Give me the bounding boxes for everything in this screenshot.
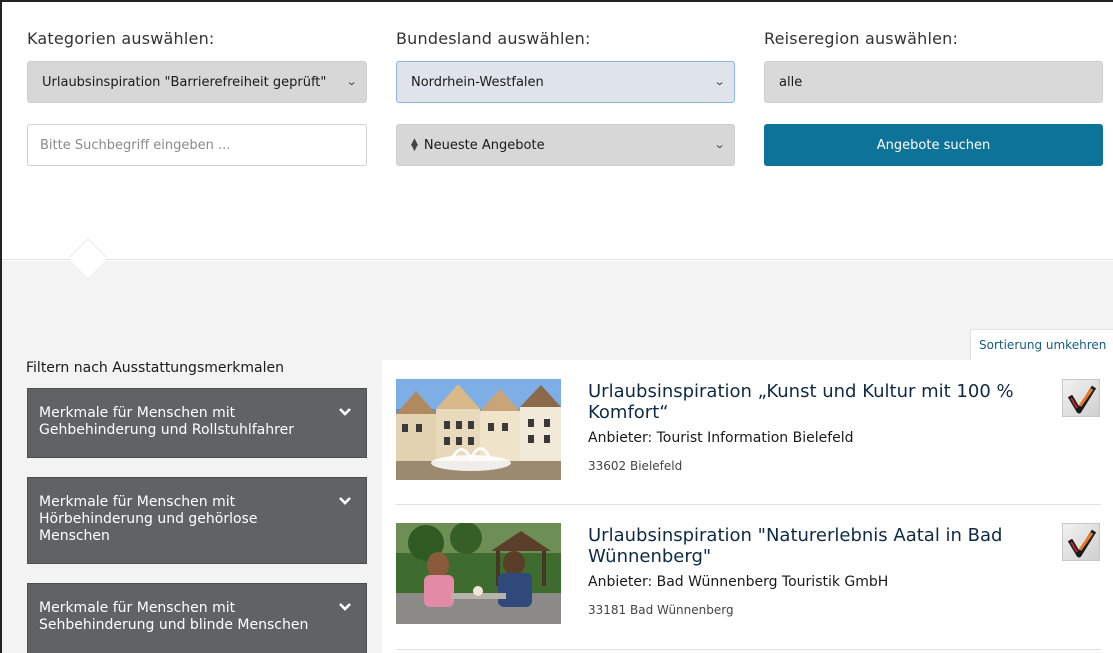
result-item[interactable]: Urlaubsinspiration "Naturerlebnis Aatal … [396,523,1101,633]
filter-accordion-mobility[interactable]: Merkmale für Menschen mit Gehbehinderung… [27,388,367,458]
result-thumbnail[interactable] [396,379,561,480]
category-select[interactable]: Urlaubsinspiration "Barrierefreiheit gep… [27,61,367,103]
filter-accordion-label: Merkmale für Menschen mit Gehbehinderung… [39,405,294,438]
filter-accordion-label: Merkmale für Menschen mit Sehbehinderung… [39,600,309,633]
search-offers-button[interactable]: Angebote suchen [764,124,1103,166]
result-thumbnail[interactable] [396,523,561,624]
reverse-sort-link[interactable]: Sortierung umkehren [970,329,1113,361]
chevron-down-icon: ⌄ [713,75,726,88]
town-square-fountain-photo [396,379,561,480]
search-input[interactable]: Bitte Suchbegriff eingeben ... [27,124,367,166]
checkmark-certificate-icon [1062,523,1100,561]
page-frame: Kategorien auswählen: Bundesland auswähl… [0,0,1113,653]
chevron-down-icon [339,603,351,611]
state-select[interactable]: Nordrhein-Westfalen ⌄ [396,61,735,103]
result-location: 33181 Bad Wünnenberg [588,603,734,617]
sort-select-value: Neueste Angebote [423,137,545,153]
result-location: 33602 Bielefeld [588,459,683,473]
result-item[interactable]: Urlaubsinspiration „Kunst und Kultur mit… [396,379,1101,489]
filter-heading: Filtern nach Ausstattungsmerkmalen [26,360,284,376]
region-label: Reiseregion auswählen: [764,29,959,48]
chevron-down-icon [339,408,351,416]
region-select-value: alle [779,74,803,90]
couple-picnic-photo [396,523,561,624]
chevron-down-icon: ⌄ [345,75,358,88]
search-panel: Kategorien auswählen: Bundesland auswähl… [2,2,1113,260]
result-divider [396,649,1101,650]
category-select-value: Urlaubsinspiration "Barrierefreiheit gep… [42,74,327,90]
region-select[interactable]: alle [764,61,1103,103]
filter-accordion-label: Merkmale für Menschen mit Hörbehinderung… [39,494,258,544]
result-provider: Anbieter: Bad Wünnenberg Touristik GmbH [588,574,889,590]
chevron-down-icon: ⌄ [713,138,726,151]
sort-select[interactable]: ▲ ▼ Neueste Angebote ⌄ [396,124,735,166]
result-title[interactable]: Urlaubsinspiration "Naturerlebnis Aatal … [588,525,1028,567]
result-divider [396,504,1101,505]
result-provider: Anbieter: Tourist Information Bielefeld [588,430,854,446]
filter-accordion-vision[interactable]: Merkmale für Menschen mit Sehbehinderung… [27,583,367,653]
category-label: Kategorien auswählen: [27,29,215,48]
results-list: Urlaubsinspiration „Kunst und Kultur mit… [382,360,1113,653]
checkmark-certificate-icon [1062,379,1100,417]
filter-accordion-hearing[interactable]: Merkmale für Menschen mit Hörbehinderung… [27,477,367,564]
state-select-value: Nordrhein-Westfalen [411,74,544,90]
state-label: Bundesland auswählen: [396,29,591,48]
chevron-down-icon [339,497,351,505]
search-input-placeholder: Bitte Suchbegriff eingeben ... [40,137,231,153]
result-title[interactable]: Urlaubsinspiration „Kunst und Kultur mit… [588,381,1028,423]
sort-arrows-icon: ▲ ▼ [411,137,418,153]
search-offers-button-label: Angebote suchen [876,137,991,153]
